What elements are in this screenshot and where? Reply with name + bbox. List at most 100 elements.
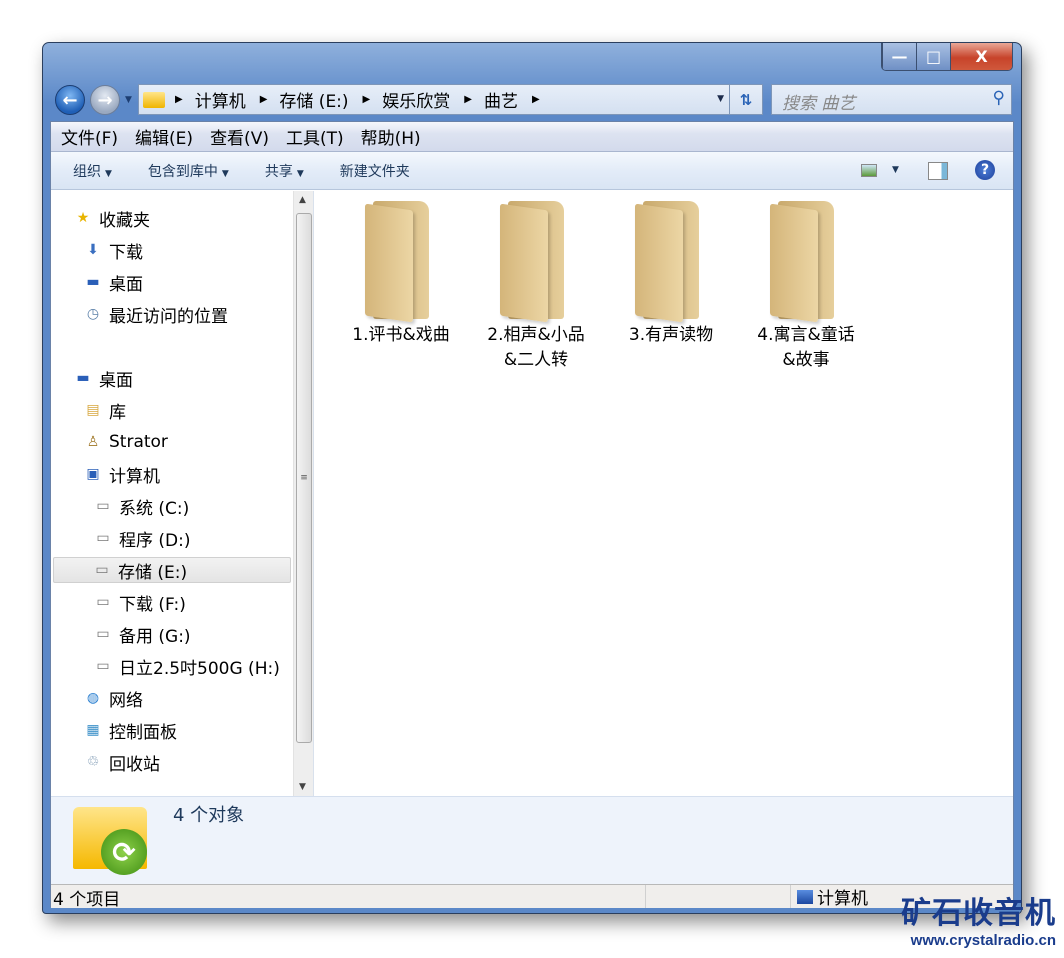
folder-item[interactable]: 2.相声&小品 &二人转 [471, 201, 601, 373]
maximize-button[interactable]: □ [916, 43, 950, 70]
search-placeholder: 搜索 曲艺 [782, 94, 856, 114]
drive-icon: ▭ [96, 530, 110, 546]
nav-item[interactable]: ◍ 网络 [83, 685, 143, 711]
folder-icon [635, 201, 707, 323]
nav-item-label: 最近访问的位置 [109, 306, 228, 327]
nav-item-label: 系统 (C:) [119, 498, 190, 519]
scroll-down-icon[interactable]: ▼ [299, 782, 306, 792]
nav-item[interactable]: ♲ 回收站 [83, 749, 160, 775]
nav-item[interactable]: ▭ 备用 (G:) [93, 621, 191, 647]
view-icon[interactable] [861, 164, 877, 177]
folder-name: 2.相声&小品 [487, 325, 585, 345]
drive-icon: ▭ [96, 658, 110, 674]
include-in-library-button[interactable]: 包含到库中 ▼ [148, 161, 229, 181]
folder-item[interactable]: 3.有声读物 [606, 201, 736, 348]
search-icon[interactable]: ⚲ [993, 88, 1005, 108]
chevron-right-icon[interactable]: ▶ [363, 94, 371, 105]
object-count: 4 个对象 [173, 805, 245, 826]
nav-item[interactable]: ▭ 系统 (C:) [93, 493, 189, 519]
nav-item[interactable]: ⬇ 下载 [83, 237, 143, 263]
nav-item-label: 桌面 [99, 370, 133, 391]
recent-pages-dropdown[interactable]: ▼ [125, 95, 132, 105]
nav-item[interactable]: ▭ 日立2.5吋500G (H:) [93, 653, 280, 679]
nav-scrollbar[interactable]: ▲ ≡ ▼ [293, 191, 313, 796]
nav-item-label: 桌面 [109, 274, 143, 295]
nav-item-label: 程序 (D:) [119, 530, 191, 551]
chevron-right-icon[interactable]: ▶ [260, 94, 268, 105]
libraries-icon: ▤ [86, 402, 100, 418]
organize-button[interactable]: 组织 ▼ [73, 161, 112, 181]
chevron-right-icon[interactable]: ▶ [175, 94, 183, 105]
control-panel-icon: ▦ [86, 722, 100, 738]
nav-item-label: 控制面板 [109, 722, 177, 743]
forward-button[interactable]: → [90, 85, 120, 115]
folder-icon [365, 201, 437, 323]
back-button[interactable]: ← [55, 85, 85, 115]
breadcrumb-quyi[interactable]: 曲艺 [484, 87, 518, 112]
nav-item-label: 日立2.5吋500G (H:) [119, 658, 280, 679]
folder-icon [770, 201, 842, 323]
breadcrumb-entertainment[interactable]: 娱乐欣赏 [382, 87, 450, 112]
nav-item[interactable]: ▬ 桌面 [83, 269, 143, 295]
view-dropdown-icon[interactable]: ▼ [892, 165, 899, 175]
nav-item-label: 回收站 [109, 754, 160, 775]
preview-pane-icon[interactable] [928, 162, 948, 180]
chevron-right-icon[interactable]: ▶ [532, 94, 540, 105]
scroll-thumb[interactable]: ≡ [296, 213, 312, 743]
navigation-pane: ▲ ≡ ▼ ★ 收藏夹 ⬇ 下载 ▬ 桌面 ◷ 最近访问的位置 ▬ 桌面 ▤ 库 ♙ Strator ▣ 计算… [51, 191, 314, 796]
nav-item-label: 备用 (G:) [119, 626, 191, 647]
scroll-up-icon[interactable]: ▲ [299, 195, 306, 205]
status-blank [646, 885, 791, 908]
desktop-icon: ▬ [76, 370, 90, 386]
menu-file[interactable]: 文件(F) [61, 124, 118, 149]
menu-view[interactable]: 查看(V) [210, 124, 269, 149]
nav-item[interactable]: ▬ 桌面 [73, 365, 133, 391]
nav-item[interactable]: ▤ 库 [83, 397, 126, 423]
breadcrumb-drive-e[interactable]: 存储 (E:) [279, 87, 348, 112]
chevron-down-icon: ▼ [221, 168, 229, 179]
search-input[interactable]: 搜索 曲艺 ⚲ [771, 84, 1012, 115]
chevron-right-icon[interactable]: ▶ [464, 94, 472, 105]
folder-item[interactable]: 1.评书&戏曲 [336, 201, 466, 348]
share-button[interactable]: 共享 ▼ [265, 161, 304, 181]
folder-name: 1.评书&戏曲 [352, 325, 450, 345]
help-icon[interactable]: ? [975, 160, 995, 180]
folder-item[interactable]: 4.寓言&童话 &故事 [741, 201, 871, 373]
nav-item[interactable]: ▭ 存储 (E:) [53, 557, 291, 583]
nav-item[interactable]: ★ 收藏夹 [73, 205, 150, 231]
nav-item[interactable]: ▭ 程序 (D:) [93, 525, 191, 551]
nav-item[interactable]: ♙ Strator [83, 429, 168, 455]
downloads-icon: ⬇ [87, 242, 99, 258]
drive-icon: ▭ [95, 562, 109, 578]
computer-icon: ▣ [86, 466, 100, 482]
nav-item[interactable]: ◷ 最近访问的位置 [83, 301, 228, 327]
nav-item-label: 下载 (F:) [119, 594, 186, 615]
refresh-icon[interactable]: ⇅ [729, 85, 762, 114]
close-button[interactable]: X [950, 43, 1012, 70]
breadcrumb-computer[interactable]: 计算机 [195, 87, 246, 112]
recent-places-icon: ◷ [86, 306, 100, 322]
menu-edit[interactable]: 编辑(E) [135, 124, 193, 149]
nav-item-label: 网络 [109, 690, 143, 711]
nav-item[interactable]: ▣ 计算机 [83, 461, 160, 487]
menu-help[interactable]: 帮助(H) [361, 124, 421, 149]
folder-name: 3.有声读物 [628, 325, 714, 345]
window-controls: — □ X [881, 43, 1013, 71]
drive-icon: ▭ [96, 626, 110, 642]
watermark: 矿石收音机 www.crystalradio.cn [901, 896, 1056, 949]
address-bar[interactable]: ▶ 计算机 ▶ 存储 (E:) ▶ 娱乐欣赏 ▶ 曲艺 ▶ ▼ ⇅ [138, 84, 763, 115]
folder-name-cont: &故事 [782, 350, 830, 370]
new-folder-button[interactable]: 新建文件夹 [340, 161, 410, 181]
drive-icon: ▭ [96, 498, 110, 514]
star-icon: ★ [76, 210, 90, 226]
nav-item[interactable]: ▭ 下载 (F:) [93, 589, 186, 615]
minimize-button[interactable]: — [882, 43, 916, 70]
status-location-label: 计算机 [817, 889, 868, 909]
watermark-title: 矿石收音机 [901, 896, 1056, 931]
address-history-dropdown[interactable]: ▼ [717, 94, 724, 104]
menu-tools[interactable]: 工具(T) [286, 124, 344, 149]
nav-item[interactable]: ▦ 控制面板 [83, 717, 177, 743]
details-pane: ⟳ 4 个对象 [51, 796, 1013, 884]
nav-item-label: Strator [109, 432, 168, 452]
include-label: 包含到库中 [147, 163, 218, 180]
